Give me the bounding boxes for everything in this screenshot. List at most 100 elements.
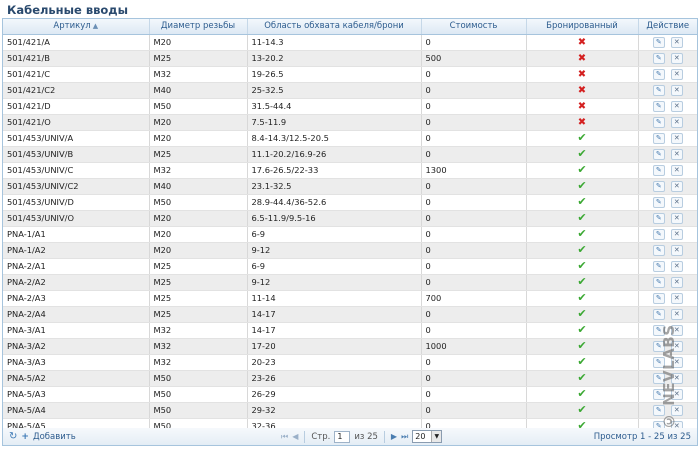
cell-price: 0: [421, 370, 527, 387]
edit-icon[interactable]: ✎: [652, 52, 665, 64]
delete-icon[interactable]: ✕: [670, 164, 683, 176]
cell-thread: M20: [149, 210, 248, 227]
edit-icon[interactable]: ✎: [652, 212, 665, 224]
edit-icon[interactable]: ✎: [652, 276, 665, 288]
cell-actions: ✎ ✕: [638, 82, 697, 99]
table-row[interactable]: PNA-2/A2 M25 9-12 0 ✔ ✎ ✕: [3, 274, 697, 291]
cross-icon: ✖: [577, 36, 587, 48]
edit-icon[interactable]: ✎: [652, 228, 665, 240]
add-icon[interactable]: +: [21, 432, 29, 442]
edit-icon[interactable]: ✎: [652, 132, 665, 144]
last-page-icon[interactable]: ⏭: [401, 432, 408, 442]
cell-thread: M32: [149, 354, 248, 371]
column-header-armored[interactable]: Бронированный: [526, 19, 639, 35]
delete-icon[interactable]: ✕: [670, 84, 683, 96]
edit-icon[interactable]: ✎: [652, 308, 665, 320]
delete-icon[interactable]: ✕: [670, 292, 683, 304]
cell-price: 1000: [421, 338, 527, 355]
table-row[interactable]: 501/453/UNIV/B M25 11.1-20.2/16.9-26 0 ✔ ✎ ✕: [3, 146, 697, 163]
table-row[interactable]: PNA-3/A3 M32 20-23 0 ✔ ✎ ✕: [3, 354, 697, 371]
table-row[interactable]: 501/453/UNIV/C M32 17.6-26.5/22-33 1300 ✔ ✎ ✕: [3, 162, 697, 179]
prev-page-icon[interactable]: ◀: [292, 432, 298, 441]
cell-armored: ✔: [526, 162, 639, 179]
table-row[interactable]: PNA-5/A3 M50 26-29 0 ✔ ✎ ✕: [3, 386, 697, 403]
table-row[interactable]: 501/453/UNIV/A M20 8.4-14.3/12.5-20.5 0 ✔ ✎ ✕: [3, 130, 697, 147]
table-row[interactable]: 501/421/D M50 31.5-44.4 0 ✖ ✎ ✕: [3, 98, 697, 115]
edit-icon[interactable]: ✎: [652, 180, 665, 192]
delete-icon[interactable]: ✕: [670, 52, 683, 64]
delete-icon[interactable]: ✕: [670, 100, 683, 112]
cell-thread: M50: [149, 386, 248, 403]
delete-icon[interactable]: ✕: [670, 68, 683, 80]
delete-icon[interactable]: ✕: [670, 228, 683, 240]
cell-price: 0: [421, 322, 527, 339]
cell-article: PNA-5/A2: [3, 370, 150, 387]
delete-icon[interactable]: ✕: [670, 180, 683, 192]
edit-icon[interactable]: ✎: [652, 164, 665, 176]
cell-article: PNA-2/A4: [3, 306, 150, 323]
first-page-icon[interactable]: ⏮: [281, 432, 288, 442]
table-row[interactable]: PNA-5/A4 M50 29-32 0 ✔ ✎ ✕: [3, 402, 697, 419]
table-row[interactable]: 501/453/UNIV/D M50 28.9-44.4/36-52.6 0 ✔ ✎ ✕: [3, 194, 697, 211]
delete-icon[interactable]: ✕: [670, 308, 683, 320]
column-header-article[interactable]: Артикул ▲: [3, 19, 150, 35]
delete-icon[interactable]: ✕: [670, 116, 683, 128]
cell-article: 501/421/C2: [3, 82, 150, 99]
edit-icon[interactable]: ✎: [652, 292, 665, 304]
table-row[interactable]: PNA-2/A1 M25 6-9 0 ✔ ✎ ✕: [3, 258, 697, 275]
table-row[interactable]: PNA-2/A3 M25 11-14 700 ✔ ✎ ✕: [3, 290, 697, 307]
cell-range: 20-23: [247, 354, 422, 371]
page-number-input[interactable]: [334, 430, 351, 443]
table-row[interactable]: 501/421/C2 M40 25-32.5 0 ✖ ✎ ✕: [3, 82, 697, 99]
table-row[interactable]: 501/453/UNIV/O M20 6.5-11.9/9.5-16 0 ✔ ✎ ✕: [3, 210, 697, 227]
delete-icon[interactable]: ✕: [670, 244, 683, 256]
edit-icon[interactable]: ✎: [652, 68, 665, 80]
page-label: Стр.: [311, 431, 331, 442]
next-page-icon[interactable]: ▶: [391, 432, 397, 441]
cross-icon: ✖: [577, 52, 587, 64]
edit-icon[interactable]: ✎: [652, 36, 665, 48]
cell-actions: ✎ ✕: [638, 130, 697, 147]
delete-icon[interactable]: ✕: [670, 276, 683, 288]
delete-icon[interactable]: ✕: [670, 132, 683, 144]
delete-icon[interactable]: ✕: [670, 212, 683, 224]
table-row[interactable]: 501/421/A M20 11-14.3 0 ✖ ✎ ✕: [3, 34, 697, 51]
page-size-select[interactable]: 20 ▼: [412, 430, 443, 443]
table-row[interactable]: PNA-3/A2 M32 17-20 1000 ✔ ✎ ✕: [3, 338, 697, 355]
edit-icon[interactable]: ✎: [652, 116, 665, 128]
cell-article: PNA-3/A3: [3, 354, 150, 371]
table-row[interactable]: 501/453/UNIV/C2 M40 23.1-32.5 0 ✔ ✎ ✕: [3, 178, 697, 195]
delete-icon[interactable]: ✕: [670, 196, 683, 208]
delete-icon[interactable]: ✕: [670, 148, 683, 160]
cross-icon: ✖: [577, 116, 587, 128]
delete-icon[interactable]: ✕: [670, 260, 683, 272]
table-row[interactable]: 501/421/C M32 19-26.5 0 ✖ ✎ ✕: [3, 66, 697, 83]
cell-range: 9-12: [247, 242, 422, 259]
cell-price: 0: [421, 354, 527, 371]
column-header-range[interactable]: Область обхвата кабеля/брони: [247, 19, 422, 35]
cell-range: 11-14: [247, 290, 422, 307]
column-header-price[interactable]: Стоимость: [421, 19, 527, 35]
edit-icon[interactable]: ✎: [652, 244, 665, 256]
edit-icon[interactable]: ✎: [652, 100, 665, 112]
cell-range: 17.6-26.5/22-33: [247, 162, 422, 179]
records-summary: Просмотр 1 - 25 из 25: [593, 432, 691, 442]
refresh-icon[interactable]: ↻: [9, 431, 17, 442]
edit-icon[interactable]: ✎: [652, 148, 665, 160]
check-icon: ✔: [577, 226, 587, 240]
add-button[interactable]: Добавить: [33, 432, 76, 442]
table-row[interactable]: PNA-5/A2 M50 23-26 0 ✔ ✎ ✕: [3, 370, 697, 387]
table-row[interactable]: PNA-1/A2 M20 9-12 0 ✔ ✎ ✕: [3, 242, 697, 259]
table-row[interactable]: PNA-1/A1 M20 6-9 0 ✔ ✎ ✕: [3, 226, 697, 243]
cell-actions: ✎ ✕: [638, 146, 697, 163]
table-row[interactable]: 501/421/O M20 7.5-11.9 0 ✖ ✎ ✕: [3, 114, 697, 131]
table-row[interactable]: 501/421/B M25 13-20.2 500 ✖ ✎ ✕: [3, 50, 697, 67]
edit-icon[interactable]: ✎: [652, 84, 665, 96]
edit-icon[interactable]: ✎: [652, 260, 665, 272]
column-header-thread[interactable]: Диаметр резьбы: [149, 19, 248, 35]
table-row[interactable]: PNA-3/A1 M32 14-17 0 ✔ ✎ ✕: [3, 322, 697, 339]
delete-icon[interactable]: ✕: [670, 36, 683, 48]
cell-article: 501/421/D: [3, 98, 150, 115]
table-row[interactable]: PNA-2/A4 M25 14-17 0 ✔ ✎ ✕: [3, 306, 697, 323]
edit-icon[interactable]: ✎: [652, 196, 665, 208]
